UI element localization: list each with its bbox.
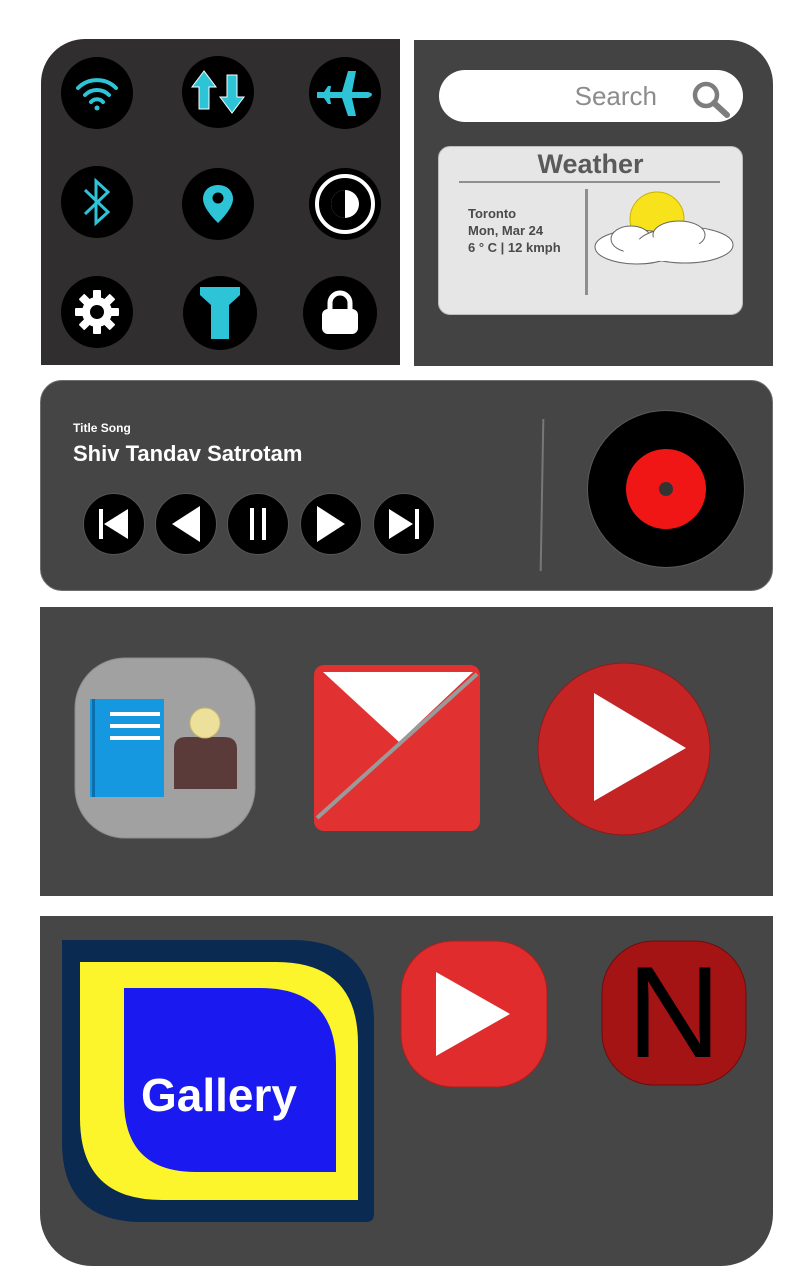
bluetooth-icon — [83, 177, 111, 227]
weather-divider — [459, 181, 720, 183]
contacts-icon — [74, 657, 256, 839]
partly-cloudy-icon — [594, 191, 734, 265]
quick-settings-panel — [41, 39, 400, 365]
video-player-app[interactable] — [536, 661, 712, 841]
search-input[interactable]: Search — [575, 81, 657, 112]
vinyl-record-icon[interactable] — [587, 410, 745, 568]
weather-conditions: 6 ° C | 12 kmph — [468, 240, 561, 255]
record-label — [626, 449, 706, 529]
play-icon — [537, 662, 711, 836]
weather-city: Toronto — [468, 206, 517, 221]
app-tray-1 — [40, 607, 773, 896]
gear-icon — [75, 290, 119, 334]
pause-button[interactable] — [227, 493, 289, 555]
mobile-data-toggle[interactable] — [182, 56, 254, 128]
song-title: Shiv Tandav Satrotam — [73, 441, 303, 466]
netflix-letter: N — [627, 939, 721, 1085]
location-toggle[interactable] — [182, 168, 254, 240]
airplane-mode-toggle[interactable] — [309, 57, 381, 129]
search-bar[interactable]: Search — [439, 70, 743, 122]
player-divider — [539, 418, 545, 572]
youtube-app[interactable] — [400, 940, 548, 1092]
skip-previous-button[interactable] — [83, 493, 145, 555]
gallery-label: Gallery — [141, 1069, 297, 1121]
skip-next-icon — [389, 509, 419, 539]
skip-next-button[interactable] — [373, 493, 435, 555]
rewind-button[interactable] — [155, 493, 217, 555]
search-weather-panel: Search Weather Toronto Mon, Mar 24 6 ° C… — [414, 40, 773, 366]
pause-icon — [250, 508, 266, 540]
rewind-icon — [172, 506, 200, 542]
netflix-app[interactable]: N — [601, 940, 747, 1086]
mail-icon — [314, 665, 480, 831]
flashlight-toggle[interactable] — [183, 276, 257, 350]
mail-app[interactable] — [313, 664, 481, 836]
gallery-app[interactable]: Gallery — [62, 940, 376, 1224]
contrast-icon — [315, 174, 375, 234]
location-pin-icon — [203, 185, 233, 223]
screen-lock-toggle[interactable] — [303, 276, 377, 350]
app-tray-2: Gallery N — [40, 916, 773, 1266]
wifi-icon — [76, 78, 118, 111]
song-caption: Title Song — [73, 421, 131, 435]
settings-toggle[interactable] — [61, 276, 133, 348]
wifi-toggle[interactable] — [61, 57, 133, 129]
lock-icon — [322, 290, 358, 334]
play-icon — [400, 940, 548, 1088]
play-icon — [317, 506, 345, 542]
weather-vertical-divider — [585, 189, 588, 295]
weather-title: Weather — [537, 149, 644, 179]
dark-mode-toggle[interactable] — [309, 168, 381, 240]
search-icon[interactable] — [691, 80, 731, 118]
weather-date: Mon, Mar 24 — [468, 223, 544, 238]
contacts-app[interactable] — [74, 657, 256, 843]
weather-widget[interactable]: Weather Toronto Mon, Mar 24 6 ° C | 12 k… — [438, 146, 743, 315]
flashlight-icon — [200, 287, 240, 339]
airplane-icon — [317, 71, 372, 116]
weather-details: Toronto Mon, Mar 24 6 ° C | 12 kmph — [468, 205, 561, 256]
music-player-widget: Title Song Shiv Tandav Satrotam — [40, 380, 773, 591]
skip-previous-icon — [99, 509, 128, 539]
play-button[interactable] — [300, 493, 362, 555]
record-hole — [659, 482, 673, 496]
bluetooth-toggle[interactable] — [61, 166, 133, 238]
data-transfer-icon — [191, 70, 245, 114]
